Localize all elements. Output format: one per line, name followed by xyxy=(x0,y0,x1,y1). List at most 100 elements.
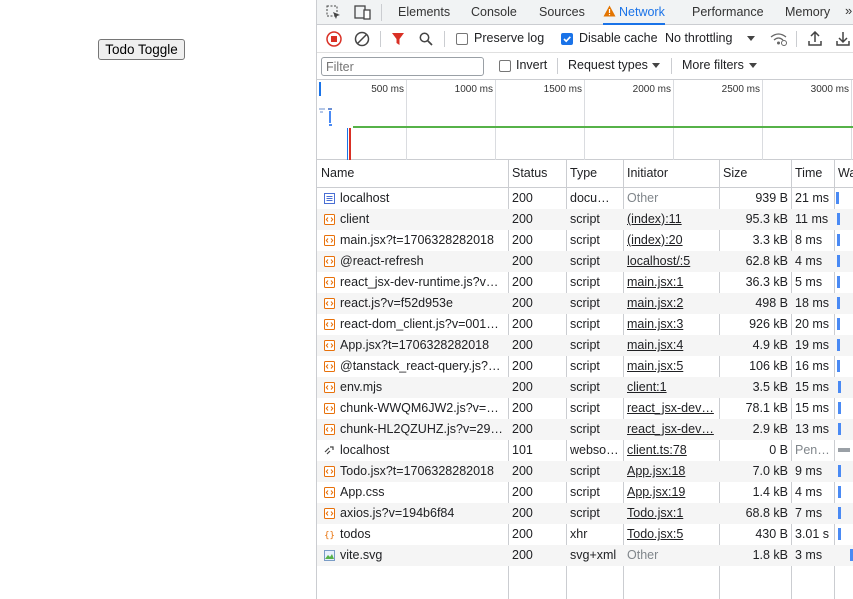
todo-toggle-button[interactable]: Todo Toggle xyxy=(98,39,185,60)
request-initiator[interactable]: (index):11 xyxy=(627,209,715,230)
request-size: 3.5 kB xyxy=(752,380,788,394)
request-name: @tanstack_react-query.js?v… xyxy=(340,359,504,373)
request-initiator[interactable]: main.jsx:2 xyxy=(627,293,715,314)
table-row[interactable]: @react-refresh 200 script localhost/:5 62.8 … xyxy=(317,251,853,272)
invert-checkbox[interactable] xyxy=(499,60,511,72)
request-time: 21 ms xyxy=(795,191,830,205)
table-row[interactable]: localhost 101 webso… client.ts:78 0 B Pen… xyxy=(317,440,853,461)
request-name: @react-refresh xyxy=(340,254,424,268)
request-initiator[interactable]: App.jsx:19 xyxy=(627,482,715,503)
column-header-size[interactable]: Size xyxy=(719,160,791,188)
record-icon[interactable] xyxy=(326,31,342,47)
column-header-initiator[interactable]: Initiator xyxy=(623,160,719,188)
request-status: 200 xyxy=(512,296,533,310)
table-row[interactable]: @tanstack_react-query.js?v… 200 script main… xyxy=(317,356,853,377)
request-type: script xyxy=(570,233,600,247)
tab-elements[interactable]: Elements xyxy=(398,0,450,25)
network-conditions-icon[interactable] xyxy=(770,32,787,46)
clear-icon[interactable] xyxy=(354,31,370,47)
column-header-type[interactable]: Type xyxy=(566,160,623,188)
disable-cache-label: Disable cache xyxy=(579,31,658,45)
request-time: 3.01 s xyxy=(795,527,830,541)
request-status: 200 xyxy=(512,338,533,352)
device-toolbar-icon[interactable] xyxy=(354,5,371,20)
overview-gridline xyxy=(673,80,674,160)
request-initiator[interactable]: main.jsx:1 xyxy=(627,272,715,293)
table-row[interactable]: App.css 200 script App.jsx:19 1.4 kB 4 ms xyxy=(317,482,853,503)
filter-icon[interactable] xyxy=(391,32,405,46)
request-status: 200 xyxy=(512,254,533,268)
export-har-icon[interactable] xyxy=(836,31,850,46)
waterfall-bar xyxy=(838,448,850,452)
request-type: script xyxy=(570,359,600,373)
table-row[interactable]: Todo.jsx?t=1706328282018 200 script App.jsx… xyxy=(317,461,853,482)
request-initiator[interactable]: (index):20 xyxy=(627,230,715,251)
table-row[interactable]: chunk-HL2QZUHZ.js?v=29… 200 script react_js… xyxy=(317,419,853,440)
import-har-icon[interactable] xyxy=(808,30,822,46)
script-icon xyxy=(324,256,335,267)
search-icon[interactable] xyxy=(419,32,433,46)
disable-cache-checkbox[interactable] xyxy=(561,33,573,45)
table-row[interactable]: axios.js?v=194b6f84 200 script Todo.jsx:1 68… xyxy=(317,503,853,524)
table-row[interactable]: client 200 script (index):11 95.3 kB 11 ms xyxy=(317,209,853,230)
request-time: 11 ms xyxy=(795,212,829,226)
table-row[interactable]: env.mjs 200 script client:1 3.5 kB 15 ms xyxy=(317,377,853,398)
request-initiator[interactable]: Todo.jsx:5 xyxy=(627,524,715,545)
overview-gridline xyxy=(495,80,496,160)
request-status: 101 xyxy=(512,443,533,457)
table-row[interactable]: App.jsx?t=1706328282018 200 script main.jsx… xyxy=(317,335,853,356)
table-row[interactable]: react.js?v=f52d953e 200 script main.jsx:2 49… xyxy=(317,293,853,314)
xhr-icon: {} xyxy=(324,529,335,541)
request-size: 0 B xyxy=(769,443,788,457)
table-row[interactable]: main.jsx?t=1706328282018 200 script (index)… xyxy=(317,230,853,251)
tab-memory[interactable]: Memory xyxy=(785,0,830,25)
app-page: Todo Toggle xyxy=(0,0,316,599)
table-row[interactable]: {} todos 200 xhr Todo.jsx:5 430 B 3.01 s xyxy=(317,524,853,545)
request-types-dropdown[interactable]: Request types xyxy=(568,58,648,72)
request-size: 1.4 kB xyxy=(752,485,788,499)
request-initiator[interactable]: Todo.jsx:1 xyxy=(627,503,715,524)
tab-console[interactable]: Console xyxy=(471,0,517,25)
request-initiator[interactable]: react_jsx-dev… xyxy=(627,419,715,440)
column-header-wa[interactable]: Wa xyxy=(834,160,853,188)
timeline-overview[interactable]: 500 ms 1000 ms 1500 ms 2000 ms 2500 ms 3000 m… xyxy=(317,80,853,160)
request-type: script xyxy=(570,212,600,226)
script-icon xyxy=(324,298,335,309)
table-row[interactable]: vite.svg 200 svg+xml Other 1.8 kB 3 ms xyxy=(317,545,853,566)
request-initiator[interactable]: client:1 xyxy=(627,377,715,398)
more-filters-dropdown[interactable]: More filters xyxy=(682,58,744,72)
column-header-status[interactable]: Status xyxy=(508,160,566,188)
tab-sources[interactable]: Sources xyxy=(539,0,585,25)
request-initiator[interactable]: main.jsx:4 xyxy=(627,335,715,356)
more-tabs-icon[interactable]: » xyxy=(845,3,852,18)
request-initiator[interactable]: App.jsx:18 xyxy=(627,461,715,482)
request-initiator[interactable]: localhost/:5 xyxy=(627,251,715,272)
request-initiator[interactable]: main.jsx:5 xyxy=(627,356,715,377)
request-initiator[interactable]: react_jsx-dev… xyxy=(627,398,715,419)
inspect-element-icon[interactable] xyxy=(326,5,341,20)
request-time: 3 ms xyxy=(795,548,823,562)
request-initiator[interactable]: main.jsx:3 xyxy=(627,314,715,335)
table-row[interactable]: localhost 200 docu… Other 939 B 21 ms xyxy=(317,188,853,209)
table-row[interactable]: react_jsx-dev-runtime.js?v=… 200 script mai… xyxy=(317,272,853,293)
request-initiator[interactable]: client.ts:78 xyxy=(627,440,715,461)
request-size: 2.9 kB xyxy=(752,422,788,436)
network-toolbar: Preserve log Disable cache No throttling xyxy=(317,25,853,53)
tab-network[interactable]: Network xyxy=(603,0,665,25)
table-row[interactable]: chunk-WWQM6JW2.js?v=2… 200 script react_jsx… xyxy=(317,398,853,419)
column-header-time[interactable]: Time xyxy=(791,160,834,188)
warning-icon xyxy=(603,5,619,19)
waterfall-bar xyxy=(838,528,841,540)
preserve-log-checkbox[interactable] xyxy=(456,33,468,45)
request-time: 15 ms xyxy=(795,380,830,394)
request-time: Pen… xyxy=(795,443,830,457)
filter-input[interactable] xyxy=(321,57,484,76)
request-name: App.jsx?t=1706328282018 xyxy=(340,338,490,352)
table-row[interactable]: react-dom_client.js?v=0014… 200 script main… xyxy=(317,314,853,335)
request-time: 9 ms xyxy=(795,464,823,478)
tab-performance[interactable]: Performance xyxy=(692,0,764,25)
column-header-name[interactable]: Name xyxy=(317,160,508,188)
request-time: 5 ms xyxy=(795,275,823,289)
request-name: Todo.jsx?t=1706328282018 xyxy=(340,464,494,478)
throttling-select[interactable]: No throttling xyxy=(665,31,732,45)
